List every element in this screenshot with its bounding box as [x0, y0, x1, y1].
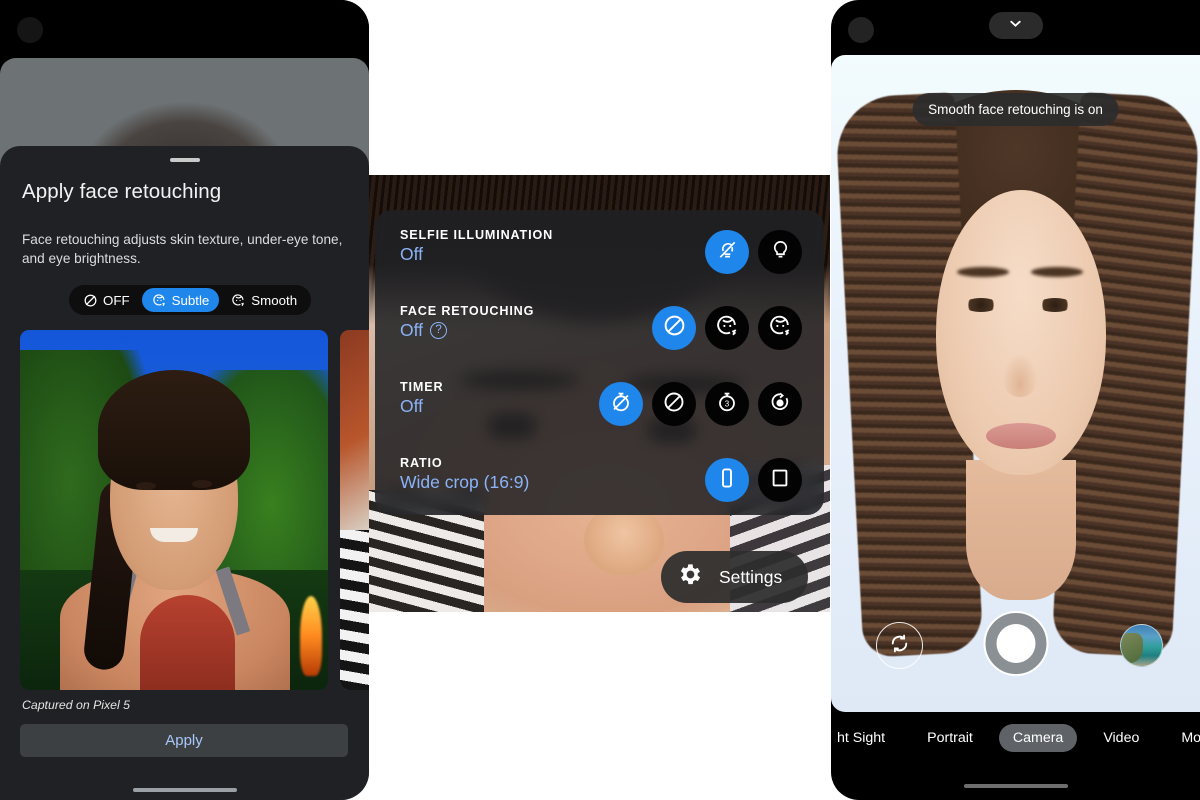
- quick-setting-row-selfie-illumination: SELFIE ILLUMINATION Off: [400, 228, 802, 290]
- row-options: 3: [599, 382, 802, 426]
- subject-brow-right: [1031, 267, 1083, 277]
- preview-eye-right: [192, 480, 212, 488]
- panel-quick-settings: SELFIE ILLUMINATION Off FACE RETOUCHING …: [369, 175, 830, 612]
- retouch-preview-next[interactable]: [340, 330, 369, 690]
- timer-none-icon: [662, 390, 686, 419]
- gesture-bar[interactable]: [132, 788, 237, 792]
- ratio-full-icon: [768, 466, 792, 495]
- subject-brow-left: [957, 267, 1009, 277]
- timer-none-button[interactable]: [652, 382, 696, 426]
- subject-mouth: [986, 423, 1056, 449]
- front-camera-dot: [848, 17, 874, 43]
- timer-10s-button[interactable]: [758, 382, 802, 426]
- face-retouch-subtle-icon: [715, 313, 740, 343]
- help-circle-icon[interactable]: ?: [430, 322, 448, 339]
- preview-smile: [150, 528, 198, 542]
- mode-camera[interactable]: Camera: [998, 724, 1078, 752]
- subject-eye-left: [964, 298, 998, 312]
- retouch-option-off[interactable]: OFF: [73, 288, 140, 312]
- mode-portrait[interactable]: Portrait: [913, 724, 987, 752]
- expand-settings-button[interactable]: [988, 12, 1043, 39]
- face-retouch-off-button[interactable]: [652, 306, 696, 350]
- preview-subject-hair: [98, 370, 250, 490]
- mode-more[interactable]: More: [1167, 724, 1200, 752]
- gear-icon: [677, 561, 704, 593]
- face-retouch-smooth-button[interactable]: [758, 306, 802, 350]
- panel-camera-viewfinder: Smooth face retouching is on ht Sight Po…: [831, 0, 1200, 800]
- quick-setting-row-face-retouching: FACE RETOUCHING Off ?: [400, 304, 802, 366]
- subject-nose: [1003, 355, 1037, 397]
- camera-flip-button[interactable]: [876, 622, 923, 669]
- page-title: Apply face retouching: [22, 180, 222, 203]
- face-retouch-subtle-icon: [152, 293, 167, 308]
- row-options: [705, 230, 802, 274]
- row-options: [652, 306, 802, 350]
- face-retouch-subtle-button[interactable]: [705, 306, 749, 350]
- svg-text:3: 3: [725, 399, 730, 408]
- timer-3s-icon: 3: [715, 390, 739, 419]
- face-retouch-off-icon: [83, 293, 98, 308]
- quick-settings-card: SELFIE ILLUMINATION Off FACE RETOUCHING …: [375, 210, 824, 515]
- retouch-option-smooth-label: Smooth: [251, 292, 298, 308]
- row-value-text: Wide crop (16:9): [400, 472, 530, 492]
- shutter-inner: [996, 624, 1035, 663]
- screenshot-stage: Apply face retouching Face retouching ad…: [0, 0, 1200, 800]
- bottom-sheet: Apply face retouching Face retouching ad…: [0, 146, 369, 800]
- settings-button-label: Settings: [719, 566, 783, 587]
- mode-video[interactable]: Video: [1089, 724, 1153, 752]
- row-value-text: Off: [400, 320, 424, 340]
- ratio-full-button[interactable]: [758, 458, 802, 502]
- face-retouch-smooth-icon: [768, 313, 793, 343]
- front-camera-dot: [17, 17, 43, 43]
- subject-neck: [966, 460, 1076, 600]
- quick-setting-row-timer: TIMER Off 3: [400, 380, 802, 442]
- row-options: [705, 458, 802, 502]
- row-value-text: Off: [400, 244, 424, 264]
- preview-eye-left: [136, 482, 156, 490]
- timer-off-button[interactable]: [599, 382, 643, 426]
- shutter-button[interactable]: [983, 611, 1048, 676]
- subject-eye-right: [1038, 298, 1072, 312]
- row-value-text: Off: [400, 396, 424, 416]
- preview-next-stripes: [340, 530, 369, 690]
- retouch-option-subtle[interactable]: Subtle: [141, 288, 220, 312]
- settings-button[interactable]: Settings: [661, 551, 809, 603]
- camera-mode-selector: ht Sight Portrait Camera Video More: [831, 712, 1200, 764]
- retouch-option-off-label: OFF: [103, 292, 130, 308]
- preview-subject-top: [140, 595, 235, 690]
- illumination-off-button[interactable]: [705, 230, 749, 274]
- gallery-thumbnail[interactable]: [1120, 624, 1163, 667]
- quick-setting-row-ratio: RATIO Wide crop (16:9): [400, 456, 802, 518]
- sheet-description: Face retouching adjusts skin texture, un…: [22, 232, 343, 266]
- illumination-on-icon: [769, 238, 792, 266]
- illumination-on-button[interactable]: [758, 230, 802, 274]
- apply-button[interactable]: Apply: [20, 724, 348, 757]
- retouch-option-subtle-label: Subtle: [171, 292, 210, 308]
- timer-3s-button[interactable]: 3: [705, 382, 749, 426]
- sheet-drag-handle[interactable]: [169, 158, 200, 162]
- panel1-status-bar: [0, 0, 369, 58]
- preview-flame: [300, 596, 322, 676]
- ratio-wide-button[interactable]: [705, 458, 749, 502]
- timer-10s-icon: [768, 390, 792, 419]
- status-toast: Smooth face retouching is on: [912, 93, 1119, 126]
- face-retouch-off-icon: [662, 313, 687, 343]
- retouch-preview-image[interactable]: [20, 330, 328, 690]
- illumination-off-icon: [716, 238, 739, 266]
- panel-face-retouching-sheet: Apply face retouching Face retouching ad…: [0, 0, 369, 800]
- face-retouch-smooth-icon: [231, 293, 246, 308]
- ratio-wide-icon: [715, 466, 739, 495]
- mode-night-sight[interactable]: ht Sight: [831, 724, 899, 752]
- retouch-option-smooth[interactable]: Smooth: [221, 288, 307, 312]
- timer-off-icon: [609, 390, 633, 419]
- preview-caption: Captured on Pixel 5: [22, 698, 131, 712]
- camera-flip-icon: [887, 631, 912, 661]
- chevron-down-icon: [1007, 15, 1024, 37]
- camera-controls: [831, 611, 1200, 690]
- retouch-level-segmented-control: OFF Subtle Smooth: [69, 285, 312, 315]
- gesture-bar[interactable]: [963, 784, 1068, 788]
